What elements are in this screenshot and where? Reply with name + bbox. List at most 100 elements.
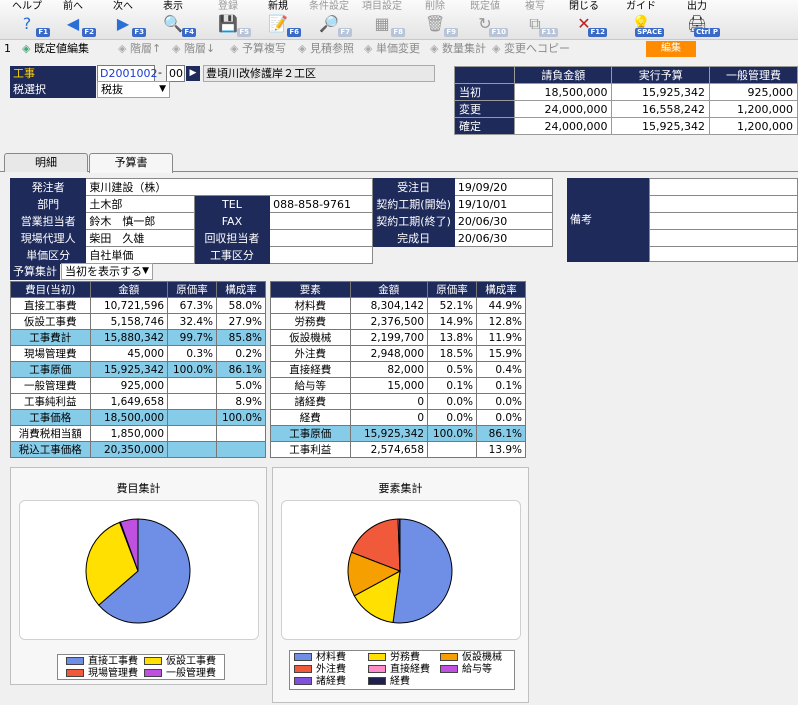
- grid-header-row: 費目(当初) 金額 原価率 構成率: [10, 281, 266, 298]
- condition-button[interactable]: 条件設定 🔎 F7: [306, 1, 352, 39]
- table-cell: 0.4%: [476, 361, 526, 378]
- copy-key-badge: F11: [539, 28, 558, 37]
- table-row[interactable]: 直接経費 82,000 0.5% 0.4%: [270, 361, 526, 378]
- default-button[interactable]: 既定値 ↻ F10: [462, 1, 508, 39]
- unit-price-change-button[interactable]: ◈ 単価変更: [364, 41, 420, 57]
- condition-label: 条件設定: [309, 1, 349, 12]
- table-cell: 工事費計: [10, 329, 91, 346]
- table-row[interactable]: 工事価格 18,500,000 100.0%: [10, 409, 266, 426]
- tax-select[interactable]: 税抜 ▼: [97, 81, 170, 98]
- table-row[interactable]: 諸経費 0 0.0% 0.0%: [270, 393, 526, 410]
- table-row[interactable]: 一般管理費 925,000 5.0%: [10, 377, 266, 394]
- fax-field[interactable]: [269, 212, 374, 230]
- next-icon: ▶: [116, 14, 130, 33]
- table-row[interactable]: 給与等 15,000 0.1% 0.1%: [270, 377, 526, 394]
- table-cell: 2,948,000: [349, 345, 429, 362]
- level-up-label: 階層↑: [129, 42, 162, 55]
- copy-button[interactable]: 複写 ⧉ F11: [512, 1, 558, 39]
- table-row[interactable]: 工事原価 15,925,342 100.0% 86.1%: [10, 361, 266, 378]
- item-setting-button[interactable]: 項目設定 ▦ F8: [359, 1, 405, 39]
- prev-icon: ◀: [66, 14, 80, 33]
- table-row[interactable]: 消費税相当額 1,850,000: [10, 425, 266, 442]
- dept-field[interactable]: 土木部: [85, 195, 195, 213]
- table-cell: 2,574,658: [349, 441, 429, 458]
- legend-label: 労務費: [390, 652, 420, 663]
- arrow-right-icon[interactable]: ▶: [186, 66, 200, 81]
- close-label: 閉じる: [569, 1, 599, 12]
- table-row[interactable]: 経費 0 0.0% 0.0%: [270, 409, 526, 426]
- remarks-field[interactable]: [649, 178, 798, 262]
- change-copy-button[interactable]: ◈ 変更へコピー: [492, 41, 570, 57]
- tel-field[interactable]: 088-858-9761: [269, 195, 374, 213]
- recv-field[interactable]: 19/09/20: [453, 178, 554, 196]
- new-icon: 📝: [268, 14, 288, 33]
- done-field[interactable]: 20/06/30: [453, 229, 554, 247]
- page-num-button[interactable]: 1: [4, 41, 11, 57]
- help-key-badge: F1: [36, 28, 50, 37]
- grid-col-header: 原価率: [427, 281, 478, 298]
- end-field[interactable]: 20/06/30: [453, 212, 554, 230]
- collector-field[interactable]: [269, 229, 374, 247]
- prev-label: 前へ: [63, 1, 83, 12]
- table-row[interactable]: 直接工事費 10,721,596 67.3% 58.0%: [10, 297, 266, 314]
- default-edit-button[interactable]: ◈ 既定値編集: [22, 41, 89, 57]
- legend-item: 労務費: [368, 652, 420, 664]
- table-cell: 材料費: [270, 297, 351, 314]
- table-cell: 52.1%: [427, 297, 478, 314]
- level-down-button[interactable]: ◈ 階層↓: [172, 41, 215, 57]
- table-cell: 諸経費: [270, 393, 351, 410]
- qty-sum-button[interactable]: ◈ 数量集計: [430, 41, 486, 57]
- register-button[interactable]: 登録 💾 F5: [205, 1, 251, 39]
- table-row[interactable]: 工事純利益 1,649,658 8.9%: [10, 393, 266, 410]
- guide-button[interactable]: ガイド 💡 SPACE: [618, 1, 664, 39]
- table-row[interactable]: 仮設工事費 5,158,746 32.4% 27.9%: [10, 313, 266, 330]
- agent-field[interactable]: 柴田 久雄: [85, 229, 195, 247]
- table-row[interactable]: 仮設機械 2,199,700 13.8% 11.9%: [270, 329, 526, 346]
- edit-button[interactable]: 編集: [646, 41, 696, 57]
- table-cell: 0.0%: [427, 393, 478, 410]
- table-row[interactable]: 材料費 8,304,142 52.1% 44.9%: [270, 297, 526, 314]
- table-row[interactable]: 工事原価 15,925,342 100.0% 86.1%: [270, 425, 526, 442]
- level-up-button[interactable]: ◈ 階層↑: [118, 41, 161, 57]
- table-row[interactable]: 現場管理費 45,000 0.3% 0.2%: [10, 345, 266, 362]
- tool-icon: ◈: [298, 42, 310, 55]
- unit-field[interactable]: 自社単価: [85, 246, 195, 264]
- unit-price-change-label: 単価変更: [375, 42, 420, 55]
- close-button[interactable]: 閉じる ✕ F12: [561, 1, 607, 39]
- new-button[interactable]: 新規 📝 F6: [255, 1, 301, 39]
- legend-item: 材料費: [294, 652, 346, 664]
- next-button[interactable]: 次へ ▶ F3: [100, 1, 146, 39]
- help-icon: ?: [22, 14, 32, 33]
- table-cell: 外注費: [270, 345, 351, 362]
- tab-detail[interactable]: 明細: [4, 153, 88, 172]
- table-row[interactable]: 労務費 2,376,500 14.9% 12.8%: [270, 313, 526, 330]
- legend-item: 経費: [368, 676, 410, 688]
- summary-value: 1,200,000: [708, 117, 798, 135]
- display-button[interactable]: 表示 🔍 F4: [150, 1, 196, 39]
- estimate-ref-button[interactable]: ◈ 見積参照: [298, 41, 354, 57]
- budget-sum-select[interactable]: 当初を表示する ▼: [61, 263, 153, 280]
- table-cell: 仮設工事費: [10, 313, 91, 330]
- start-field[interactable]: 19/10/01: [453, 195, 554, 213]
- summary-table: 請負金額 実行予算 一般管理費 当初 18,500,000 15,925,342 925,0…: [454, 66, 798, 135]
- table-row[interactable]: 工事費計 15,880,342 99.7% 85.8%: [10, 329, 266, 346]
- table-row[interactable]: 税込工事価格 20,350,000: [10, 441, 266, 458]
- help-button[interactable]: ヘルプ? F1: [4, 1, 50, 39]
- koji-sub-input[interactable]: 00: [166, 65, 185, 82]
- next-label: 次へ: [113, 1, 133, 12]
- table-cell: 15,000: [349, 377, 429, 394]
- prev-button[interactable]: 前へ ◀ F2: [50, 1, 96, 39]
- output-button[interactable]: 出力 🖨 Ctrl P: [674, 1, 720, 39]
- table-row[interactable]: 外注費 2,948,000 18.5% 15.9%: [270, 345, 526, 362]
- table-row[interactable]: 工事利益 2,574,658 13.9%: [270, 441, 526, 458]
- sales-field[interactable]: 鈴木 慎一郎: [85, 212, 195, 230]
- cost-item-table: 費目(当初) 金額 原価率 構成率 直接工事費 10,721,596 67.3% 58.0% 仮…: [10, 281, 266, 458]
- prev-key-badge: F2: [82, 28, 96, 37]
- estimate-ref-label: 見積参照: [309, 42, 354, 55]
- tab-budget[interactable]: 予算書: [89, 153, 173, 173]
- kind-field[interactable]: [269, 246, 374, 264]
- koji-code-input[interactable]: D2001002: [97, 65, 157, 82]
- orderer-field[interactable]: 東川建設（株）: [85, 178, 374, 196]
- budget-copy-button[interactable]: ◈ 予算複写: [230, 41, 286, 57]
- delete-button[interactable]: 削除 🗑 F9: [412, 1, 458, 39]
